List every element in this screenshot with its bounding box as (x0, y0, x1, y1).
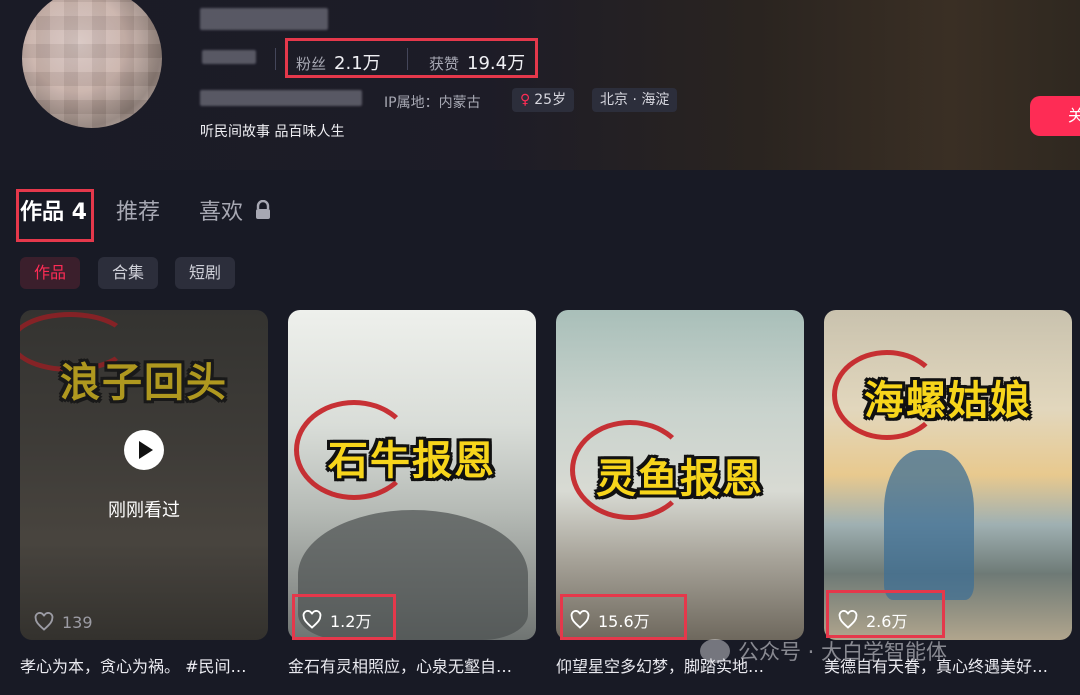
video-card[interactable]: 浪子回头 刚刚看过 139 (20, 310, 268, 640)
tab-likes-label: 喜欢 (199, 200, 244, 225)
tab-likes[interactable]: 喜欢 (199, 194, 272, 226)
tab-recommend-label: 推荐 (116, 200, 161, 225)
watermark: 公众号 · 大白学智能体 (700, 636, 947, 666)
lock-icon (256, 199, 271, 219)
video-card[interactable]: 石牛报恩 1.2万 (288, 310, 536, 640)
likes-value: 19.4万 (467, 53, 526, 74)
age-chip: ♀ 25岁 (512, 88, 575, 112)
city-chip: 北京 · 海淀 (592, 88, 678, 112)
extra-info-blurred (200, 90, 362, 106)
age-label: 25岁 (534, 92, 567, 108)
ip-location: IP属地：内蒙古 (384, 95, 481, 111)
likes-highlight-box (292, 594, 396, 640)
subtab-works[interactable]: 作品 (20, 257, 81, 289)
gender-icon: ♀ (520, 92, 531, 108)
thumbnail-title: 石牛报恩 (328, 437, 496, 484)
tab-recommend[interactable]: 推荐 (116, 194, 160, 226)
likes-count[interactable]: 获赞 19.4万 (429, 49, 525, 75)
subtab-short-dramas[interactable]: 短剧 (175, 257, 236, 289)
thumbnail-title: 海螺姑娘 (864, 377, 1032, 424)
user-id-blurred (202, 50, 256, 64)
stats-divider (407, 48, 408, 70)
play-icon[interactable] (124, 430, 164, 470)
watched-overlay (20, 310, 268, 640)
bio: 听民间故事 品百味人生 (200, 124, 345, 140)
like-count: 139 (34, 612, 93, 632)
heart-icon (34, 612, 54, 631)
tab-highlight-box (16, 189, 94, 242)
watched-label: 刚刚看过 (108, 500, 180, 521)
like-count-value: 139 (62, 612, 93, 632)
video-card[interactable]: 灵鱼报恩 15.6万 (556, 310, 804, 640)
follow-label: 关 (1068, 106, 1080, 125)
likes-highlight-box (560, 594, 687, 640)
subtab-collections[interactable]: 合集 (98, 257, 159, 289)
username-blurred (200, 8, 328, 30)
stats-divider (275, 48, 276, 70)
fans-count[interactable]: 粉丝 2.1万 (296, 49, 381, 75)
likes-label: 获赞 (429, 55, 460, 73)
video-caption[interactable]: 孝心为本，贪心为祸。 #民间… (20, 653, 268, 677)
profile-header (0, 0, 1080, 170)
fans-value: 2.1万 (334, 53, 381, 74)
boy-figure-shape (884, 450, 974, 600)
video-caption[interactable]: 金石有灵相照应，心泉无壑自… (288, 653, 536, 677)
watermark-text: 公众号 · 大白学智能体 (738, 640, 948, 664)
likes-highlight-box (826, 590, 945, 638)
fans-label: 粉丝 (296, 55, 327, 73)
thumbnail-title: 灵鱼报恩 (596, 455, 764, 502)
follow-button[interactable]: 关 (1030, 96, 1080, 136)
wechat-icon (700, 639, 730, 663)
